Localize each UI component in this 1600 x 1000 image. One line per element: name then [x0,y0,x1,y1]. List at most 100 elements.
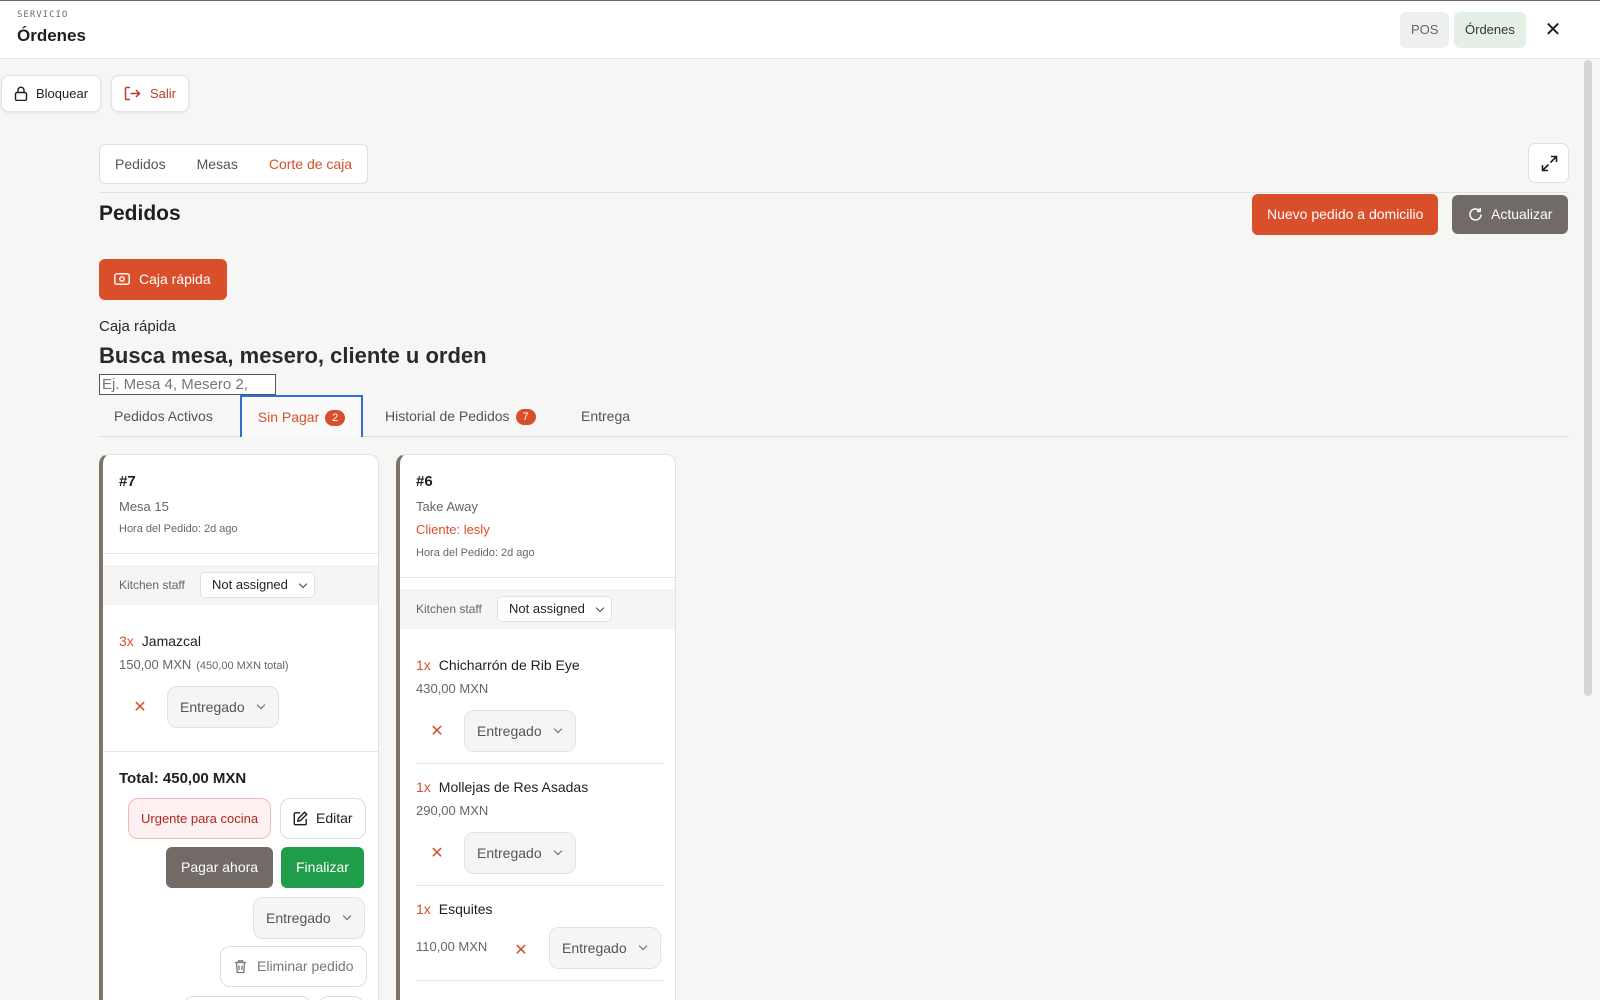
divider [400,577,675,578]
refresh-button[interactable]: Actualizar [1452,195,1569,234]
item-name: Jamazcal [141,633,201,649]
remove-item-icon[interactable]: ✕ [133,697,147,717]
tab-delivery[interactable]: Entrega [581,395,630,437]
refresh-label: Actualizar [1491,206,1553,222]
order-number: #6 [416,473,433,490]
count-badge: 2 [325,410,346,426]
nav-mesas[interactable]: Mesas [197,156,238,172]
item-status-select[interactable]: Entregado [167,686,279,728]
kitchen-staff-row: Kitchen staff Not assigned [400,589,675,629]
more-actions-button[interactable] [318,996,364,1000]
top-bar: SERVICIO Órdenes POS Órdenes ✕ [0,0,1600,59]
logout-icon [124,86,141,101]
tab-label: Sin Pagar [257,409,320,425]
count-badge: 7 [515,409,536,425]
order-item: 1x Mollejas de Res Asadas [416,779,588,795]
order-item: 1x Esquites [416,901,493,917]
item-status: Entregado [477,723,542,739]
divider [103,751,378,752]
order-location: Mesa 15 [119,499,169,514]
staff-value: Not assigned [509,601,585,616]
order-status: Entregado [266,910,331,926]
page-header-title: Órdenes [17,26,86,45]
fullscreen-button[interactable] [1528,143,1569,183]
item-price: 430,00 MXN [416,681,489,696]
close-icon[interactable]: ✕ [1541,18,1565,42]
order-card: #6 Take Away Cliente: lesly Hora del Ped… [396,454,676,1000]
order-total: Total: 450,00 MXN [119,770,247,787]
cash-icon [114,273,130,285]
remove-item-icon[interactable]: ✕ [430,721,444,741]
page-title: Pedidos [99,202,181,225]
item-price: 150,00 MXN [119,657,192,672]
nav-corte-de-caja[interactable]: Corte de caja [269,156,352,172]
lock-icon [14,86,28,101]
orders-tabs: Pedidos Activos Sin Pagar 2 Historial de … [99,395,1569,437]
order-card: #7 Mesa 15 Hora del Pedido: 2d ago Kitch… [99,454,379,1000]
quick-cash-label: Caja rápida [139,271,211,287]
section-label: SERVICIO [17,10,69,20]
order-number: #7 [119,473,136,490]
tab-label: Historial de Pedidos [385,408,510,424]
item-name: Mollejas de Res Asadas [438,779,589,795]
tab-order-history[interactable]: Historial de Pedidos 7 [385,395,536,437]
chevron-down-icon [256,700,265,710]
item-line-total: (450,00 MXN total) [196,660,289,672]
search-input[interactable] [99,374,276,395]
chevron-down-icon [595,603,605,613]
tab-unpaid[interactable]: Sin Pagar 2 [240,395,363,437]
item-price-row: 150,00 MXN (450,00 MXN total) [119,657,289,672]
kitchen-staff-select[interactable]: Not assigned [200,572,315,598]
urgent-kitchen-button[interactable]: Urgente para cocina [128,798,272,839]
item-qty: 1x [416,901,431,917]
chevron-down-icon [553,846,562,856]
pos-button[interactable]: POS [1400,12,1450,48]
chevron-down-icon [298,579,308,589]
item-status-select[interactable]: Entregado [464,710,576,752]
nav-pedidos[interactable]: Pedidos [115,156,166,172]
item-price: 110,00 MXN [416,939,488,954]
finish-order-button[interactable]: Finalizar [281,847,364,888]
order-time: Hora del Pedido: 2d ago [416,547,535,559]
item-status-select[interactable]: Entregado [464,832,576,874]
trash-icon [235,960,246,974]
quick-cash-section-label: Caja rápida [99,318,176,335]
exit-button[interactable]: Salir [111,75,190,112]
order-time: Hora del Pedido: 2d ago [119,523,238,535]
delete-order-button[interactable]: Eliminar pedido [220,946,367,987]
item-status-select[interactable]: Entregado [549,927,661,969]
tab-active-orders[interactable]: Pedidos Activos [114,395,213,437]
item-qty: 1x [416,779,431,795]
tab-label: Pedidos Activos [114,408,213,424]
kitchen-staff-label: Kitchen staff [119,578,185,592]
divider [99,192,1569,193]
pay-now-button[interactable]: Pagar ahora [166,847,274,888]
chevron-down-icon [342,911,351,921]
remove-item-icon[interactable]: ✕ [430,843,444,863]
item-qty: 1x [416,657,431,673]
item-name: Esquites [438,901,493,917]
new-delivery-order-button[interactable]: Nuevo pedido a domicilio [1252,194,1439,235]
chevron-down-icon [638,941,647,951]
order-item: 3x Jamazcal [119,633,201,649]
quick-cash-button[interactable]: Caja rápida [99,259,227,300]
kitchen-staff-row: Kitchen staff Not assigned [103,565,378,605]
lock-label: Bloquear [36,86,89,101]
section-nav: Pedidos Mesas Corte de caja [99,144,369,184]
kitchen-staff-select[interactable]: Not assigned [497,596,612,622]
orders-button[interactable]: Órdenes [1454,12,1526,48]
kitchen-staff-label: Kitchen staff [416,602,482,616]
divider [103,553,378,554]
scrollbar[interactable] [1584,60,1592,696]
more-actions-button[interactable] [183,996,311,1000]
lock-button[interactable]: Bloquear [1,75,102,112]
exit-label: Salir [150,86,177,101]
order-status-select[interactable]: Entregado [253,897,365,939]
remove-item-icon[interactable]: ✕ [514,940,528,960]
chevron-down-icon [553,724,562,734]
item-name: Chicharrón de Rib Eye [438,657,580,673]
edit-order-button[interactable]: Editar [280,798,366,839]
divider [416,763,664,764]
delete-label: Eliminar pedido [257,958,354,974]
tab-label: Entrega [581,408,631,424]
